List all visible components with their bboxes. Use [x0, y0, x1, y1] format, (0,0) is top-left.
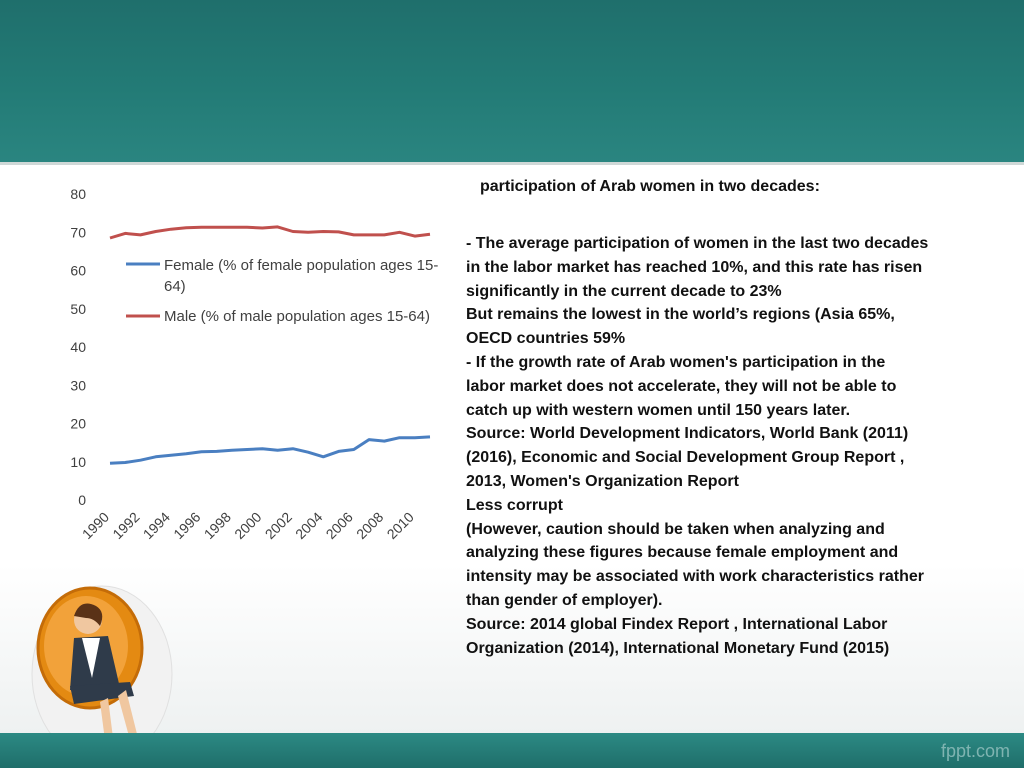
slide-heading: participation of Arab women in two decad… [480, 178, 820, 195]
y-tick-label: 20 [70, 416, 86, 432]
footer-band: fppt.com [0, 733, 1024, 768]
slide-body: - The average participation of women in … [466, 232, 1006, 660]
legend-label: Male (% of male population ages 15-64) [164, 308, 430, 325]
line-chart: 0 10 20 30 40 50 60 70 80 1990 1992 1994 1996 1998 20… [60, 180, 460, 560]
y-tick-label: 50 [70, 301, 86, 317]
body-line: But remains the lowest in the world’s re… [466, 306, 895, 324]
body-line: intensity may be associated with work ch… [466, 568, 924, 586]
body-line: 2013, Women's Organization Report [466, 472, 739, 490]
body-line: labor market does not accelerate, they w… [466, 377, 897, 395]
body-line: Less corrupt [466, 496, 563, 514]
body-line: analyzing these figures because female e… [466, 544, 899, 562]
y-tick-label: 70 [70, 224, 86, 240]
body-line: Source: World Development Indicators, Wo… [466, 425, 909, 443]
chart-svg: 01020304050607080 1990199219941996199820… [70, 186, 452, 548]
body-line: (2016), Economic and Social Development … [466, 449, 905, 467]
body-line: - The average participation of women in … [466, 235, 929, 252]
body-line: Organization (2014), International Monet… [466, 639, 890, 657]
y-tick-label: 10 [70, 454, 86, 470]
body-line: in the labor market has reached 10%, and… [466, 258, 923, 276]
y-tick-label: 30 [70, 377, 86, 393]
header-band [0, 0, 1024, 165]
y-tick-label: 0 [78, 492, 86, 508]
slide-text: participation of Arab women in two decad… [466, 174, 1006, 660]
body-line: significantly in the current decade to 2… [466, 282, 782, 300]
body-line: than gender of employer). [466, 591, 663, 609]
body-line: OECD countries 59% [466, 330, 626, 348]
body-line: Source: 2014 global Findex Report , Inte… [466, 615, 888, 633]
legend-label: Female (% of female population ages 15- [164, 257, 438, 274]
plot-background [102, 188, 452, 548]
footer-brand: fppt.com [940, 741, 1010, 761]
y-tick-label: 40 [70, 339, 86, 355]
body-line: catch up with western women until 150 ye… [466, 401, 851, 419]
y-tick-label: 80 [70, 186, 86, 202]
body-line: (However, caution should be taken when a… [466, 520, 885, 538]
y-tick-label: 60 [70, 263, 86, 279]
legend-label: 64) [164, 278, 186, 295]
body-line: - If the growth rate of Arab women's par… [466, 353, 886, 371]
